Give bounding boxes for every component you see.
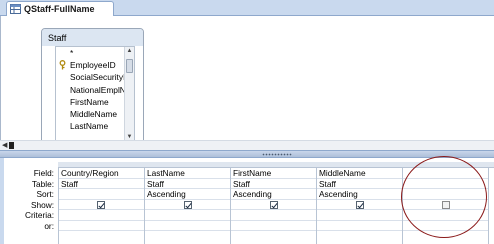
show-checkbox[interactable] — [442, 200, 450, 209]
field-label: * — [70, 48, 74, 58]
table-cell[interactable]: Staff — [231, 179, 316, 189]
field-list-item[interactable]: LastName — [56, 120, 134, 132]
upper-pane-scrollbar[interactable]: ◀ — [0, 140, 494, 150]
table-design-pane: Staff * EmployeeID SocialSecurityNu Nati… — [0, 16, 494, 145]
field-list-item[interactable]: MiddleName — [56, 108, 134, 120]
grid-column: LastName Staff Ascending — [144, 168, 230, 244]
pane-splitter[interactable] — [0, 150, 494, 158]
table-cell[interactable]: Staff — [59, 179, 144, 189]
row-label-table: Table: — [31, 178, 54, 189]
show-checkbox[interactable] — [184, 200, 192, 209]
show-checkbox[interactable] — [97, 200, 105, 209]
grid-column-edge — [488, 168, 494, 244]
sort-cell[interactable]: Ascending — [231, 189, 316, 200]
row-label-or: or: — [44, 220, 54, 231]
field-label: NationalEmplNu — [70, 84, 131, 95]
show-checkbox[interactable] — [356, 200, 364, 209]
splitter-grip-icon[interactable] — [262, 153, 292, 156]
field-cell[interactable]: Country/Region — [59, 168, 144, 179]
field-list-item[interactable]: EmployeeID — [56, 59, 134, 71]
table-cell[interactable]: Staff — [317, 179, 402, 189]
show-cell — [317, 200, 402, 210]
field-label: FirstName — [70, 96, 109, 107]
staff-table-box[interactable]: Staff * EmployeeID SocialSecurityNu Nati… — [41, 28, 144, 145]
grid-column: FirstName Staff Ascending — [230, 168, 316, 244]
row-label-sort: Sort: — [36, 189, 54, 199]
row-label-show: Show: — [30, 199, 54, 210]
table-cell[interactable] — [403, 179, 488, 189]
field-cell[interactable]: MiddleName — [317, 168, 402, 179]
query-tab-label: QStaff-FullName — [24, 4, 95, 14]
criteria-cell[interactable] — [403, 210, 488, 221]
field-cell[interactable]: FirstName — [231, 168, 316, 179]
table-cell[interactable]: Staff — [145, 179, 230, 189]
sort-cell[interactable] — [403, 189, 488, 200]
table-box-title: Staff — [42, 29, 143, 46]
field-list-item[interactable]: SocialSecurityNu — [56, 71, 134, 83]
scroll-up-icon[interactable]: ▲ — [125, 47, 134, 56]
field-cell[interactable]: LastName — [145, 168, 230, 179]
criteria-cell[interactable] — [145, 210, 230, 221]
or-cell[interactable] — [317, 221, 402, 231]
scrollbar-thumb[interactable] — [126, 59, 133, 73]
primary-key-icon — [59, 60, 66, 70]
field-list-item[interactable]: * — [56, 47, 134, 59]
row-label-field: Field: — [33, 168, 54, 178]
sort-cell[interactable]: Ascending — [317, 189, 402, 200]
query-icon — [10, 4, 21, 14]
field-list-item[interactable]: NationalEmplNu — [56, 84, 134, 96]
query-tab[interactable]: QStaff-FullName — [6, 1, 114, 16]
or-cell[interactable] — [59, 221, 144, 231]
or-cell[interactable] — [231, 221, 316, 231]
show-cell — [403, 200, 488, 210]
criteria-cell[interactable] — [317, 210, 402, 221]
show-cell — [231, 200, 316, 210]
sort-cell[interactable]: Ascending — [145, 189, 230, 200]
field-list-scrollbar[interactable]: ▲ ▼ — [124, 47, 134, 142]
row-label-criteria: Criteria: — [24, 210, 54, 220]
field-label: MiddleName — [70, 108, 118, 119]
show-cell — [59, 200, 144, 210]
field-list-item[interactable]: FirstName — [56, 96, 134, 108]
field-label: LastName — [70, 121, 109, 132]
criteria-cell[interactable] — [231, 210, 316, 221]
criteria-cell[interactable] — [59, 210, 144, 221]
field-cell[interactable] — [403, 168, 488, 179]
field-label: EmployeeID — [70, 60, 116, 71]
show-checkbox[interactable] — [270, 200, 278, 209]
scroll-left-icon[interactable]: ◀ — [2, 141, 7, 150]
query-design-grid: Field: Table: Sort: Show: Criteria: or: … — [0, 158, 494, 244]
document-tab-bar: QStaff-FullName — [0, 0, 494, 16]
or-cell[interactable] — [403, 221, 488, 231]
grid-column: Country/Region Staff — [58, 168, 144, 244]
scrollbar-thumb[interactable] — [9, 142, 14, 149]
sort-cell[interactable] — [59, 189, 144, 200]
or-cell[interactable] — [145, 221, 230, 231]
grid-column — [402, 168, 488, 244]
grid-column: MiddleName Staff Ascending — [316, 168, 402, 244]
show-cell — [145, 200, 230, 210]
field-list[interactable]: * EmployeeID SocialSecurityNu NationalEm… — [55, 46, 135, 143]
